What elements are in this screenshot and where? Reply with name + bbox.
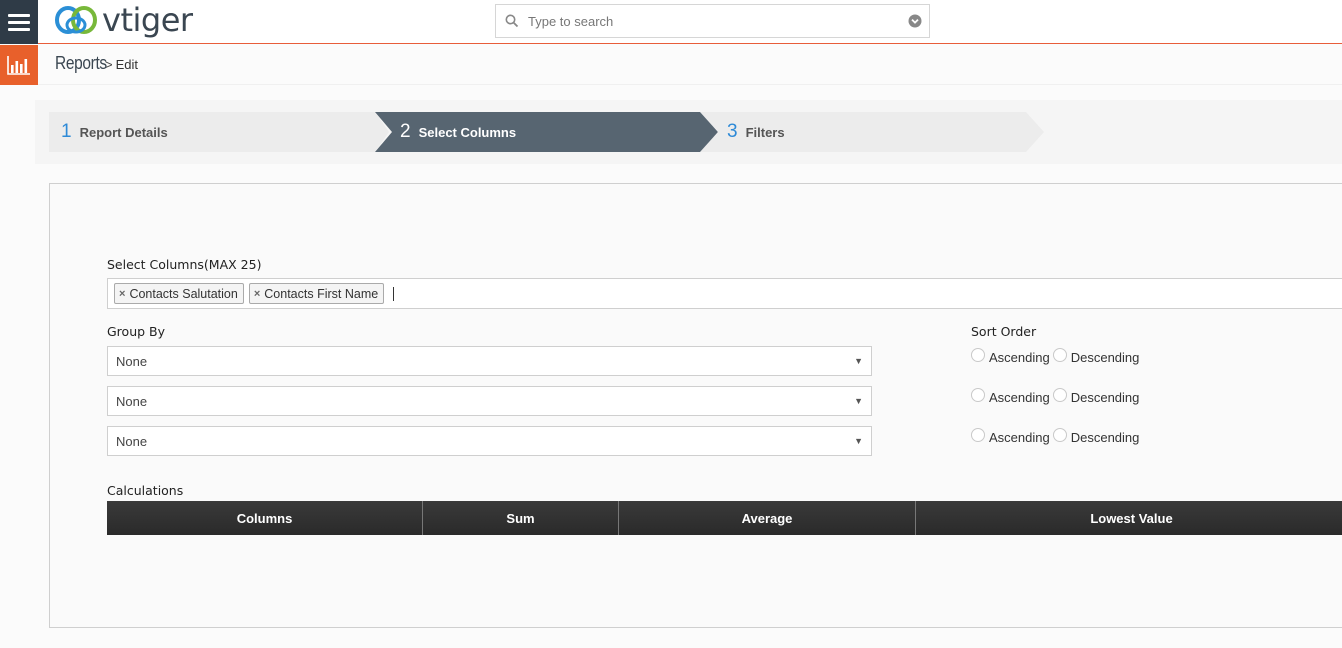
dropdown-arrow-icon: ▼: [854, 436, 863, 446]
top-bar: vtiger: [0, 0, 1342, 44]
hamburger-icon[interactable]: [0, 0, 38, 44]
ascending-label: Ascending: [989, 390, 1050, 405]
descending-radio[interactable]: [1052, 427, 1067, 442]
column-header-average: Average: [619, 501, 916, 535]
sort-order-row-3: Ascending Descending: [971, 427, 1142, 445]
descending-label: Descending: [1070, 390, 1140, 405]
step-report-details[interactable]: 1 Report Details: [49, 112, 389, 152]
descending-label: Descending: [1070, 350, 1140, 365]
calculations-table-header: Columns Sum Average Lowest Value: [107, 501, 1342, 535]
column-header-columns: Columns: [107, 501, 423, 535]
group-by-select-3[interactable]: None ▼: [107, 426, 872, 456]
app-logo[interactable]: vtiger: [54, 2, 193, 38]
chevron-down-circle-icon[interactable]: [901, 5, 929, 37]
wizard-steps: 1 Report Details 2 Select Columns 3 Filt…: [35, 100, 1342, 164]
select-columns-label: Select Columns(MAX 25): [107, 257, 262, 272]
calculations-label: Calculations: [107, 483, 184, 498]
step-label: Filters: [745, 124, 785, 140]
logo-text: vtiger: [102, 1, 193, 39]
ascending-label: Ascending: [989, 430, 1050, 445]
column-tag: × Contacts Salutation: [114, 283, 244, 304]
sort-order-row-2: Ascending Descending: [971, 387, 1142, 405]
vtiger-logo-icon: [55, 6, 97, 34]
step-label: Report Details: [79, 124, 168, 140]
group-by-select-2[interactable]: None ▼: [107, 386, 872, 416]
step-number: 2: [400, 121, 411, 142]
remove-tag-icon[interactable]: ×: [254, 288, 260, 300]
column-header-lowest-value: Lowest Value: [916, 501, 1342, 535]
ascending-radio[interactable]: [971, 347, 985, 362]
tag-label: Contacts First Name: [264, 286, 379, 301]
group-by-select-1[interactable]: None ▼: [107, 346, 872, 376]
text-cursor: [393, 286, 395, 301]
breadcrumb-page: Edit: [115, 57, 138, 72]
descending-radio[interactable]: [1052, 347, 1067, 362]
select-value: None: [116, 433, 148, 449]
remove-tag-icon[interactable]: ×: [119, 288, 125, 300]
step-select-columns[interactable]: 2 Select Columns: [375, 112, 718, 152]
step-filters[interactable]: 3 Filters: [700, 112, 1044, 152]
sort-order-row-1: Ascending Descending: [971, 347, 1142, 365]
column-tag: × Contacts First Name: [248, 283, 385, 304]
global-search: [495, 4, 930, 38]
tag-label: Contacts Salutation: [129, 286, 238, 301]
select-value: None: [116, 393, 148, 409]
descending-label: Descending: [1070, 430, 1140, 445]
dropdown-arrow-icon: ▼: [854, 356, 863, 366]
module-header: Reports > Edit: [0, 45, 1342, 85]
step-label: Select Columns: [418, 124, 517, 140]
bar-chart-icon[interactable]: [0, 45, 38, 85]
columns-multiselect[interactable]: × Contacts Salutation × Contacts First N…: [107, 278, 1342, 309]
step-number: 3: [727, 121, 738, 142]
breadcrumb-module[interactable]: Reports: [55, 53, 107, 74]
group-by-label: Group By: [107, 324, 166, 339]
select-value: None: [116, 353, 148, 369]
ascending-radio[interactable]: [971, 427, 985, 442]
step-number: 1: [61, 121, 72, 142]
ascending-label: Ascending: [989, 350, 1050, 365]
dropdown-arrow-icon: ▼: [854, 396, 863, 406]
sort-order-label: Sort Order: [971, 324, 1037, 339]
descending-radio[interactable]: [1052, 387, 1067, 402]
ascending-radio[interactable]: [971, 387, 985, 402]
search-icon: [496, 5, 528, 37]
search-input[interactable]: [528, 6, 901, 36]
column-header-sum: Sum: [423, 501, 619, 535]
breadcrumb: Reports > Edit: [55, 53, 138, 74]
